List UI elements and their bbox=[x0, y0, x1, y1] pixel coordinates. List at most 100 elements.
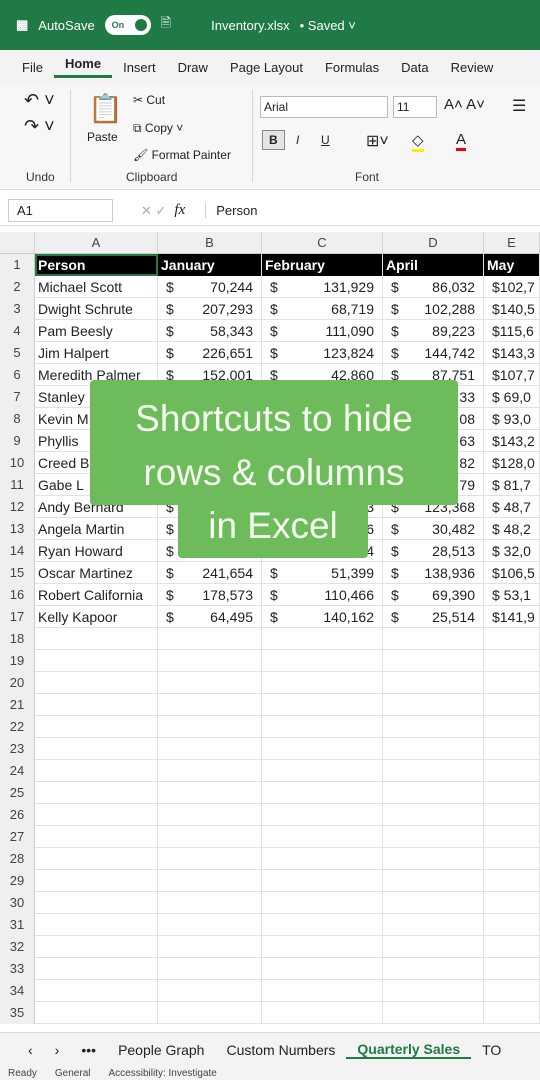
empty-cell[interactable] bbox=[158, 958, 262, 980]
empty-cell[interactable] bbox=[262, 870, 383, 892]
tab-draw[interactable]: Draw bbox=[167, 60, 219, 75]
empty-cell[interactable] bbox=[262, 936, 383, 958]
amount-cell[interactable]: $102,288 bbox=[383, 298, 484, 320]
empty-cell[interactable] bbox=[158, 716, 262, 738]
column-header[interactable]: C bbox=[262, 232, 383, 254]
amount-cell[interactable]: $138,936 bbox=[383, 562, 484, 584]
row-header[interactable]: 15 bbox=[0, 562, 35, 584]
row-header[interactable]: 8 bbox=[0, 408, 35, 430]
empty-cell[interactable] bbox=[35, 628, 158, 650]
amount-cell[interactable]: $ 81,7 bbox=[484, 474, 540, 496]
empty-cell[interactable] bbox=[262, 892, 383, 914]
amount-cell[interactable]: $25,514 bbox=[383, 606, 484, 628]
amount-cell[interactable]: $241,654 bbox=[158, 562, 262, 584]
empty-cell[interactable] bbox=[158, 1002, 262, 1024]
empty-cell[interactable] bbox=[383, 694, 484, 716]
row-header[interactable]: 27 bbox=[0, 826, 35, 848]
row-header[interactable]: 21 bbox=[0, 694, 35, 716]
amount-cell[interactable]: $178,573 bbox=[158, 584, 262, 606]
empty-cell[interactable] bbox=[383, 848, 484, 870]
empty-cell[interactable] bbox=[35, 804, 158, 826]
empty-cell[interactable] bbox=[383, 892, 484, 914]
empty-cell[interactable] bbox=[262, 826, 383, 848]
row-header[interactable]: 34 bbox=[0, 980, 35, 1002]
amount-cell[interactable]: $ 48,7 bbox=[484, 496, 540, 518]
empty-cell[interactable] bbox=[484, 870, 540, 892]
empty-cell[interactable] bbox=[383, 738, 484, 760]
empty-cell[interactable] bbox=[158, 936, 262, 958]
empty-cell[interactable] bbox=[383, 628, 484, 650]
amount-cell[interactable]: $144,742 bbox=[383, 342, 484, 364]
empty-cell[interactable] bbox=[158, 738, 262, 760]
row-header[interactable]: 23 bbox=[0, 738, 35, 760]
empty-cell[interactable] bbox=[35, 716, 158, 738]
row-header[interactable]: 14 bbox=[0, 540, 35, 562]
row-header[interactable]: 16 bbox=[0, 584, 35, 606]
row-header[interactable]: 29 bbox=[0, 870, 35, 892]
amount-cell[interactable]: $68,719 bbox=[262, 298, 383, 320]
font-color-icon[interactable]: A bbox=[456, 131, 467, 151]
empty-cell[interactable] bbox=[158, 672, 262, 694]
row-header[interactable]: 7 bbox=[0, 386, 35, 408]
font-grow-icon[interactable]: A˄ A˅ bbox=[444, 96, 485, 113]
redo-icon[interactable]: ↷ ˅ bbox=[24, 116, 55, 137]
empty-cell[interactable] bbox=[35, 738, 158, 760]
empty-cell[interactable] bbox=[383, 782, 484, 804]
row-header[interactable]: 35 bbox=[0, 1002, 35, 1024]
empty-cell[interactable] bbox=[35, 1002, 158, 1024]
row-header[interactable]: 2 bbox=[0, 276, 35, 298]
name-cell[interactable]: Oscar Martinez bbox=[35, 562, 158, 584]
name-cell[interactable]: Dwight Schrute bbox=[35, 298, 158, 320]
amount-cell[interactable]: $ 32,0 bbox=[484, 540, 540, 562]
empty-cell[interactable] bbox=[383, 760, 484, 782]
empty-cell[interactable] bbox=[383, 1002, 484, 1024]
empty-cell[interactable] bbox=[262, 848, 383, 870]
amount-cell[interactable]: $ 69,0 bbox=[484, 386, 540, 408]
amount-cell[interactable]: $107,7 bbox=[484, 364, 540, 386]
amount-cell[interactable]: $110,466 bbox=[262, 584, 383, 606]
row-header[interactable]: 3 bbox=[0, 298, 35, 320]
header-cell[interactable]: Person bbox=[35, 254, 158, 276]
paste-icon[interactable]: 📋 bbox=[88, 92, 123, 125]
name-cell[interactable]: Jim Halpert bbox=[35, 342, 158, 364]
save-icon[interactable]: 🗎 bbox=[161, 14, 171, 36]
row-header[interactable]: 33 bbox=[0, 958, 35, 980]
row-header[interactable]: 17 bbox=[0, 606, 35, 628]
amount-cell[interactable]: $106,5 bbox=[484, 562, 540, 584]
amount-cell[interactable]: $123,824 bbox=[262, 342, 383, 364]
empty-cell[interactable] bbox=[383, 672, 484, 694]
empty-cell[interactable] bbox=[158, 760, 262, 782]
empty-cell[interactable] bbox=[383, 914, 484, 936]
empty-cell[interactable] bbox=[158, 782, 262, 804]
font-name-select[interactable]: Arial bbox=[260, 96, 388, 118]
fx-label[interactable]: fx bbox=[174, 202, 185, 219]
row-header[interactable]: 12 bbox=[0, 496, 35, 518]
amount-cell[interactable]: $140,162 bbox=[262, 606, 383, 628]
empty-cell[interactable] bbox=[35, 760, 158, 782]
row-header[interactable]: 26 bbox=[0, 804, 35, 826]
empty-cell[interactable] bbox=[35, 848, 158, 870]
prev-sheet-icon[interactable]: ‹ bbox=[0, 1042, 44, 1058]
empty-cell[interactable] bbox=[158, 892, 262, 914]
amount-cell[interactable]: $ 48,2 bbox=[484, 518, 540, 540]
format-painter-button[interactable]: 🖌 Format Painter bbox=[133, 148, 231, 162]
empty-cell[interactable] bbox=[262, 672, 383, 694]
empty-cell[interactable] bbox=[262, 650, 383, 672]
font-size-select[interactable]: 11 bbox=[393, 96, 437, 118]
empty-cell[interactable] bbox=[35, 672, 158, 694]
row-header[interactable]: 25 bbox=[0, 782, 35, 804]
amount-cell[interactable]: $64,495 bbox=[158, 606, 262, 628]
empty-cell[interactable] bbox=[35, 826, 158, 848]
empty-cell[interactable] bbox=[484, 826, 540, 848]
name-cell[interactable]: Ryan Howard bbox=[35, 540, 158, 562]
empty-cell[interactable] bbox=[35, 958, 158, 980]
status-accessibility[interactable]: Accessibility: Investigate bbox=[108, 1068, 216, 1079]
column-header[interactable]: A bbox=[35, 232, 158, 254]
empty-cell[interactable] bbox=[383, 870, 484, 892]
empty-cell[interactable] bbox=[383, 826, 484, 848]
amount-cell[interactable]: $102,7 bbox=[484, 276, 540, 298]
next-sheet-icon[interactable]: › bbox=[44, 1042, 71, 1058]
column-header[interactable]: E bbox=[484, 232, 540, 254]
empty-cell[interactable] bbox=[158, 870, 262, 892]
borders-icon[interactable]: ⊞˅ bbox=[366, 131, 389, 151]
